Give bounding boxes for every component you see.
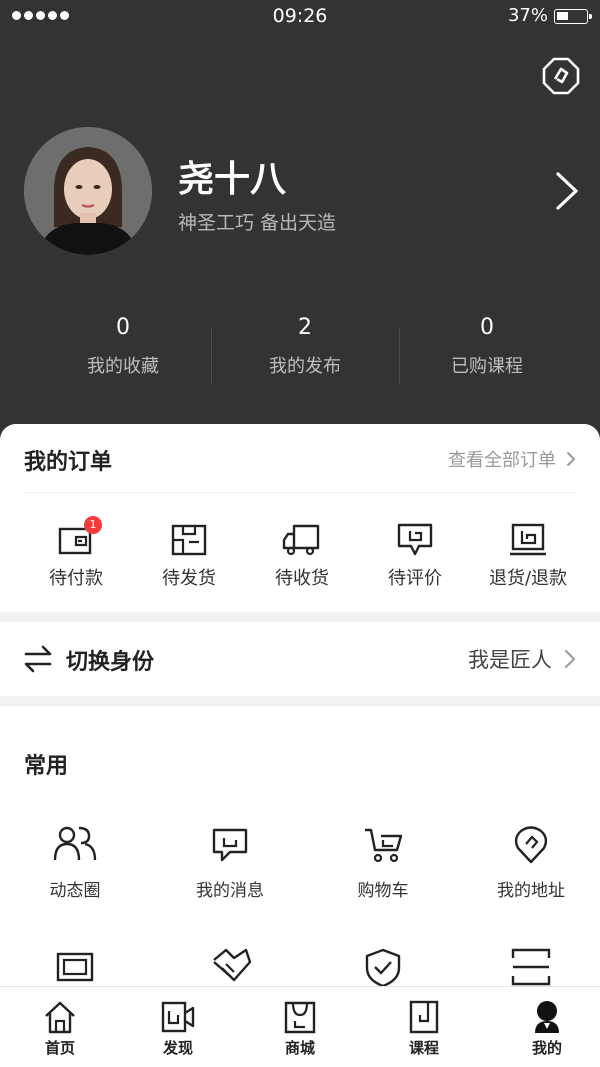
stat-posts[interactable]: 2 我的发布 xyxy=(205,310,405,378)
username: 尧十八 xyxy=(178,159,287,200)
tab-home[interactable]: 首页 xyxy=(0,999,120,1058)
stat-favorites[interactable]: 0 我的收藏 xyxy=(23,310,223,378)
order-pending-review[interactable]: 待评价 xyxy=(355,522,475,590)
order-label: 待评价 xyxy=(388,568,442,589)
switch-identity-title: 切换身份 xyxy=(66,650,155,675)
tool-label: 我的消息 xyxy=(196,881,264,901)
frame-icon xyxy=(53,946,97,988)
tool-row2-item[interactable] xyxy=(456,946,600,988)
tool-messages[interactable]: 我的消息 xyxy=(155,824,305,901)
shield-check-icon xyxy=(361,946,405,988)
tab-label: 我的 xyxy=(531,1039,562,1057)
view-all-label: 查看全部订单 xyxy=(448,450,556,471)
order-pending-shipment[interactable]: 待发货 xyxy=(129,522,249,590)
view-all-orders-link[interactable]: 查看全部订单 xyxy=(448,446,576,472)
box-icon xyxy=(169,522,209,558)
divider xyxy=(24,492,576,493)
tab-label: 商城 xyxy=(284,1039,315,1057)
tool-row2-item[interactable] xyxy=(308,946,458,988)
truck-icon xyxy=(282,522,322,558)
tab-bar: 首页 发现 商城 课程 我的 xyxy=(0,986,600,1067)
user-bio: 神圣工巧 备出天造 xyxy=(178,212,337,234)
home-icon xyxy=(42,999,78,1035)
order-label: 待发货 xyxy=(162,568,216,589)
tool-row2-item[interactable] xyxy=(155,946,305,988)
badge-count: 1 xyxy=(84,516,102,534)
battery-icon xyxy=(554,9,592,24)
order-label: 待付款 xyxy=(49,568,103,589)
avatar[interactable] xyxy=(24,127,152,255)
tool-row2-item[interactable] xyxy=(0,946,150,988)
tab-courses[interactable]: 课程 xyxy=(364,999,484,1058)
chevron-right-icon[interactable] xyxy=(552,170,582,212)
profile-header: 09:26 37% 尧十八 神圣工巧 备出天造 0 我的收藏 2 我的发布 0 … xyxy=(0,0,600,450)
tab-label: 首页 xyxy=(44,1039,75,1057)
tool-cart[interactable]: 购物车 xyxy=(308,824,458,901)
order-pending-payment[interactable]: 1 待付款 xyxy=(16,516,136,590)
scan-icon xyxy=(509,946,553,988)
chevron-right-icon xyxy=(567,452,576,466)
chevron-right-icon xyxy=(565,650,576,668)
stat-label: 我的发布 xyxy=(269,356,341,377)
switch-identity-row[interactable]: 切换身份 我是匠人 xyxy=(0,622,600,696)
shop-icon xyxy=(282,999,318,1035)
location-icon xyxy=(509,824,553,866)
tab-discover[interactable]: 发现 xyxy=(118,999,238,1058)
tool-moments[interactable]: 动态圈 xyxy=(0,824,150,901)
video-icon xyxy=(160,999,196,1035)
settings-icon[interactable] xyxy=(542,57,580,95)
refund-icon xyxy=(508,522,548,558)
tab-label: 课程 xyxy=(408,1039,439,1057)
stat-value: 0 xyxy=(116,315,130,340)
stats-row: 0 我的收藏 2 我的发布 0 已购课程 xyxy=(0,310,600,390)
tool-address[interactable]: 我的地址 xyxy=(456,824,600,901)
status-bar: 09:26 37% xyxy=(0,0,600,32)
order-label: 待收货 xyxy=(275,568,329,589)
stat-label: 我的收藏 xyxy=(87,356,159,377)
orders-card: 我的订单 查看全部订单 1 待付款 待发货 待收货 待评价 退货/退款 xyxy=(0,424,600,612)
switch-arrows-icon xyxy=(24,644,52,674)
current-role: 我是匠人 xyxy=(468,644,576,674)
stat-value: 0 xyxy=(480,315,494,340)
message-icon xyxy=(208,824,252,866)
order-pending-receipt[interactable]: 待收货 xyxy=(242,522,362,590)
order-label: 退货/退款 xyxy=(488,568,568,589)
people-icon xyxy=(53,824,97,866)
common-tools-card: 常用 动态圈 我的消息 购物车 我的地址 xyxy=(0,706,600,996)
common-title: 常用 xyxy=(24,754,69,779)
tab-mall[interactable]: 商城 xyxy=(240,999,360,1058)
orders-title: 我的订单 xyxy=(24,450,113,475)
handshake-icon xyxy=(208,946,252,988)
wallet-icon: 1 xyxy=(56,516,102,558)
tool-label: 动态圈 xyxy=(49,881,101,901)
course-icon xyxy=(406,999,442,1035)
stat-courses[interactable]: 0 已购课程 xyxy=(387,310,587,378)
user-icon xyxy=(529,999,565,1035)
tool-label: 我的地址 xyxy=(497,881,565,901)
role-label: 我是匠人 xyxy=(468,648,552,672)
comment-icon xyxy=(395,522,435,558)
stat-value: 2 xyxy=(298,315,312,340)
tab-mine[interactable]: 我的 xyxy=(487,999,600,1058)
tab-label: 发现 xyxy=(162,1039,193,1057)
order-refund[interactable]: 退货/退款 xyxy=(468,522,588,590)
tool-label: 购物车 xyxy=(357,881,409,901)
cart-icon xyxy=(361,824,405,866)
stat-label: 已购课程 xyxy=(451,356,523,377)
battery-percent: 37% xyxy=(507,5,548,26)
